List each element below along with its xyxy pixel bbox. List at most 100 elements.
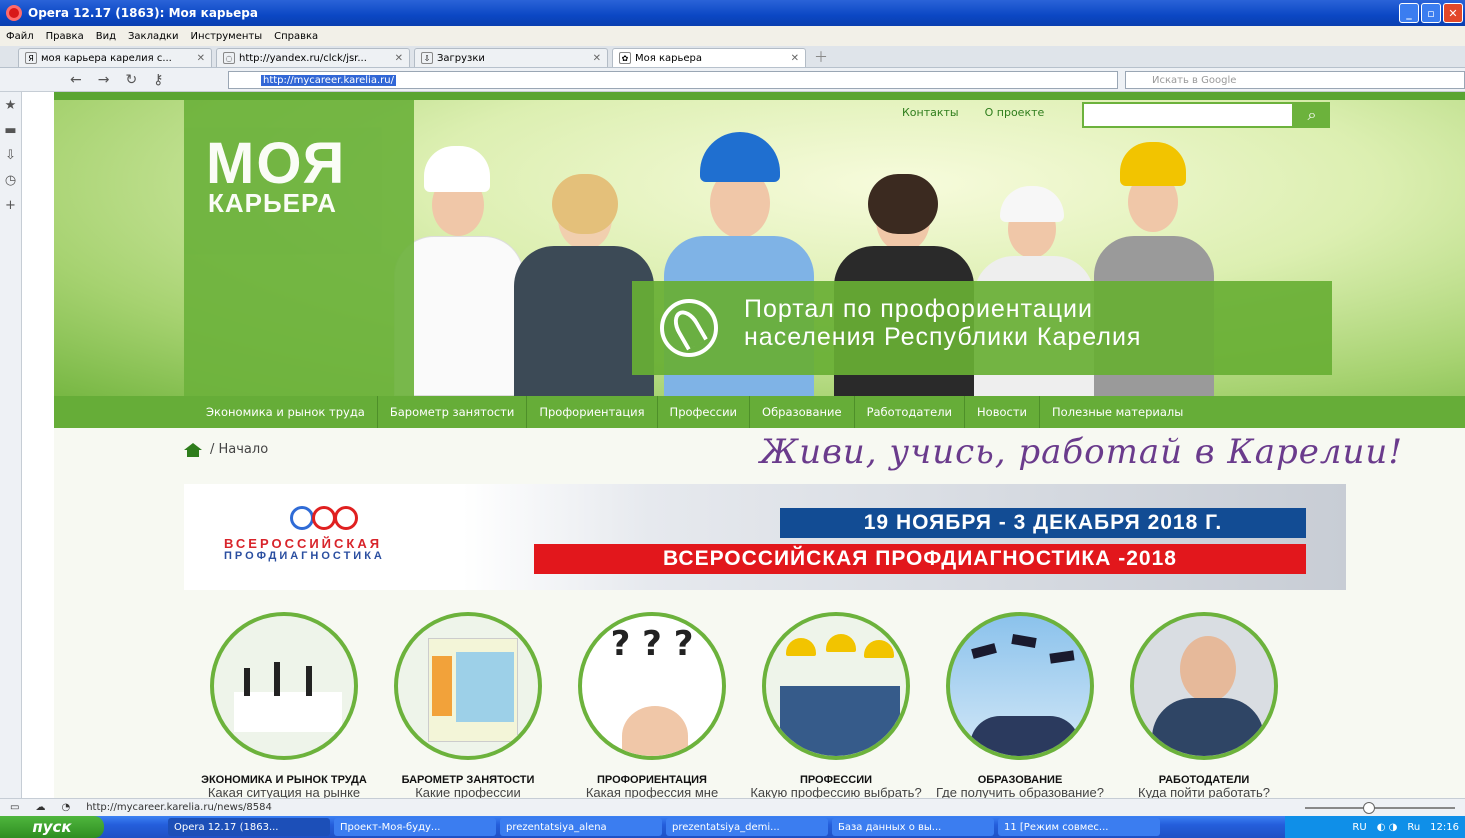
web-page: МОЯ КАРЬЕРА Контакты О проекте ⌕ Портал … (54, 92, 1465, 798)
minimize-button[interactable]: _ (1399, 3, 1419, 23)
language-indicator[interactable]: RU (1352, 822, 1366, 833)
speed-icon[interactable]: ◔ (61, 802, 70, 813)
nav-employers[interactable]: Работодатели (855, 396, 966, 428)
yandex-icon: Я (25, 52, 37, 64)
question-marks-image: ? ? ? (578, 612, 726, 760)
category-economy[interactable]: ЭКОНОМИКА И РЫНОК ТРУДА Какая ситуация н… (194, 612, 374, 798)
portal-caption: Портал по профориентации населения Респу… (632, 281, 1332, 375)
task-prezentatsiya-demi[interactable]: prezentatsiya_demi... (666, 818, 828, 836)
tray-icons[interactable]: ◐ ◑ (1377, 822, 1398, 833)
google-search-input[interactable]: Искать в Google (1125, 71, 1465, 89)
system-tray: RU ◐ ◑ Ru 12:16 (1285, 816, 1465, 838)
category-education[interactable]: ОБРАЗОВАНИЕ Где получить образование? (930, 612, 1110, 798)
task-database[interactable]: База данных о вы... (832, 818, 994, 836)
tab-downloads[interactable]: ⇩ Загрузки ✕ (414, 48, 608, 67)
nav-education[interactable]: Образование (750, 396, 855, 428)
status-bar: ▭ ☁ ◔ http://mycareer.karelia.ru/news/85… (0, 798, 1465, 816)
menu-tools[interactable]: Инструменты (191, 31, 263, 42)
menu-view[interactable]: Вид (96, 31, 116, 42)
search-icon[interactable]: ⌕ (1294, 102, 1330, 128)
side-panel: ★ ▬ ⇩ ◷ + (0, 92, 22, 798)
portal-logo-icon (660, 299, 718, 357)
maximize-button[interactable]: ▫ (1421, 3, 1441, 23)
downloads-panel-icon[interactable]: ⇩ (5, 148, 16, 163)
site-search-input[interactable] (1082, 102, 1294, 128)
history-icon[interactable]: ◷ (5, 173, 16, 188)
hero-top-line (54, 92, 1465, 100)
nav-career-guidance[interactable]: Профориентация (527, 396, 658, 428)
status-url: http://mycareer.karelia.ru/news/8584 (86, 802, 272, 813)
tab-close-icon[interactable]: ✕ (791, 53, 799, 64)
banner-title: ВСЕРОССИЙСКАЯ ПРОФДИАГНОСТИКА -2018 (534, 544, 1306, 574)
tab-close-icon[interactable]: ✕ (593, 53, 601, 64)
new-tab-icon[interactable]: ＋ (810, 47, 832, 67)
key-icon[interactable]: ⚷ (153, 72, 163, 88)
loading-icon: ◌ (223, 52, 235, 64)
tab-yandex-click[interactable]: ◌ http://yandex.ru/clck/jsr... ✕ (216, 48, 410, 67)
economy-image (210, 612, 358, 760)
tab-close-icon[interactable]: ✕ (395, 53, 403, 64)
add-panel-icon[interactable]: + (5, 198, 16, 213)
menu-edit[interactable]: Правка (46, 31, 84, 42)
site-icon: ✿ (619, 52, 631, 64)
notes-icon[interactable]: ▬ (4, 123, 16, 138)
menu-help[interactable]: Справка (274, 31, 318, 42)
tab-mycareer[interactable]: ✿ Моя карьера ✕ (612, 48, 806, 67)
category-list: ЭКОНОМИКА И РЫНОК ТРУДА Какая ситуация н… (194, 612, 1334, 798)
employer-image (1130, 612, 1278, 760)
breadcrumb: / Начало (184, 442, 268, 457)
bookmarks-star-icon[interactable]: ★ (5, 98, 17, 113)
menu-bookmarks[interactable]: Закладки (128, 31, 179, 42)
category-guidance[interactable]: ? ? ? ПРОФОРИЕНТАЦИЯ Какая профессия мне… (562, 612, 742, 798)
tab-yandex[interactable]: Я моя карьера карелия с... ✕ (18, 48, 212, 67)
category-employers[interactable]: РАБОТОДАТЕЛИ Куда пойти работать? (1114, 612, 1294, 798)
menu-file[interactable]: Файл (6, 31, 34, 42)
nav-professions[interactable]: Профессии (658, 396, 751, 428)
tab-close-icon[interactable]: ✕ (197, 53, 205, 64)
clock: 12:16 (1430, 821, 1459, 833)
task-word-doc[interactable]: 11 [Режим совмес... (998, 818, 1160, 836)
tab-bar: Я моя карьера карелия с... ✕ ◌ http://ya… (0, 46, 1465, 68)
banner-dates: 19 НОЯБРЯ - 3 ДЕКАБРЯ 2018 Г. (780, 508, 1306, 538)
nav-materials[interactable]: Полезные материалы (1040, 396, 1195, 428)
panel-toggle-icon[interactable]: ▭ (10, 802, 19, 813)
start-button[interactable]: пуск (0, 816, 104, 838)
task-prezentatsiya-alena[interactable]: prezentatsiya_alena (500, 818, 662, 836)
about-link[interactable]: О проекте (985, 106, 1045, 119)
contacts-link[interactable]: Контакты (902, 106, 959, 119)
page-margin (22, 92, 54, 798)
reload-icon[interactable]: ↻ (125, 72, 137, 88)
address-bar: ← → ↻ ⚷ http://mycareer.karelia.ru/ Иска… (0, 68, 1465, 92)
task-opera[interactable]: Opera 12.17 (1863... (168, 818, 330, 836)
opera-logo-icon (6, 5, 22, 21)
close-button[interactable]: ✕ (1443, 3, 1463, 23)
top-links: Контакты О проекте (902, 106, 1044, 119)
window-titlebar: Opera 12.17 (1863): Моя карьера _ ▫ ✕ (0, 0, 1465, 26)
nav-economy[interactable]: Экономика и рынок труда (194, 396, 378, 428)
professions-image (762, 612, 910, 760)
url-input[interactable]: http://mycareer.karelia.ru/ (228, 71, 1118, 89)
forward-icon[interactable]: → (98, 72, 110, 88)
profdiagnostika-banner[interactable]: ВСЕРОССИЙСКАЯ ПРОФДИАГНОСТИКА 19 НОЯБРЯ … (184, 484, 1346, 590)
category-barometer[interactable]: БАРОМЕТР ЗАНЯТОСТИ Какие профессии востр… (378, 612, 558, 798)
windows-taskbar: пуск Opera 12.17 (1863... Проект-Моя-буд… (0, 816, 1465, 838)
main-navigation: Экономика и рынок труда Барометр занятос… (54, 396, 1465, 428)
site-logo[interactable]: МОЯ КАРЬЕРА (184, 100, 414, 396)
zoom-slider[interactable] (1305, 802, 1455, 814)
window-title: Opera 12.17 (1863): Моя карьера (28, 6, 258, 20)
profdiagnostika-logo-icon (290, 506, 358, 530)
barometer-image (394, 612, 542, 760)
category-professions[interactable]: ПРОФЕССИИ Какую профессию выбрать? (746, 612, 926, 798)
back-icon[interactable]: ← (70, 72, 82, 88)
language-bar[interactable]: Ru (1407, 822, 1420, 833)
downloads-icon: ⇩ (421, 52, 433, 64)
menu-bar: Файл Правка Вид Закладки Инструменты Спр… (0, 26, 1465, 46)
graduation-image (946, 612, 1094, 760)
cloud-icon[interactable]: ☁ (35, 802, 45, 813)
home-icon[interactable] (184, 442, 202, 457)
nav-barometer[interactable]: Барометр занятости (378, 396, 528, 428)
nav-news[interactable]: Новости (965, 396, 1041, 428)
slogan: Живи, учись, работай в Карелии! (760, 432, 1403, 472)
task-project[interactable]: Проект-Моя-буду... (334, 818, 496, 836)
hero-banner: МОЯ КАРЬЕРА Контакты О проекте ⌕ Портал … (54, 92, 1465, 396)
